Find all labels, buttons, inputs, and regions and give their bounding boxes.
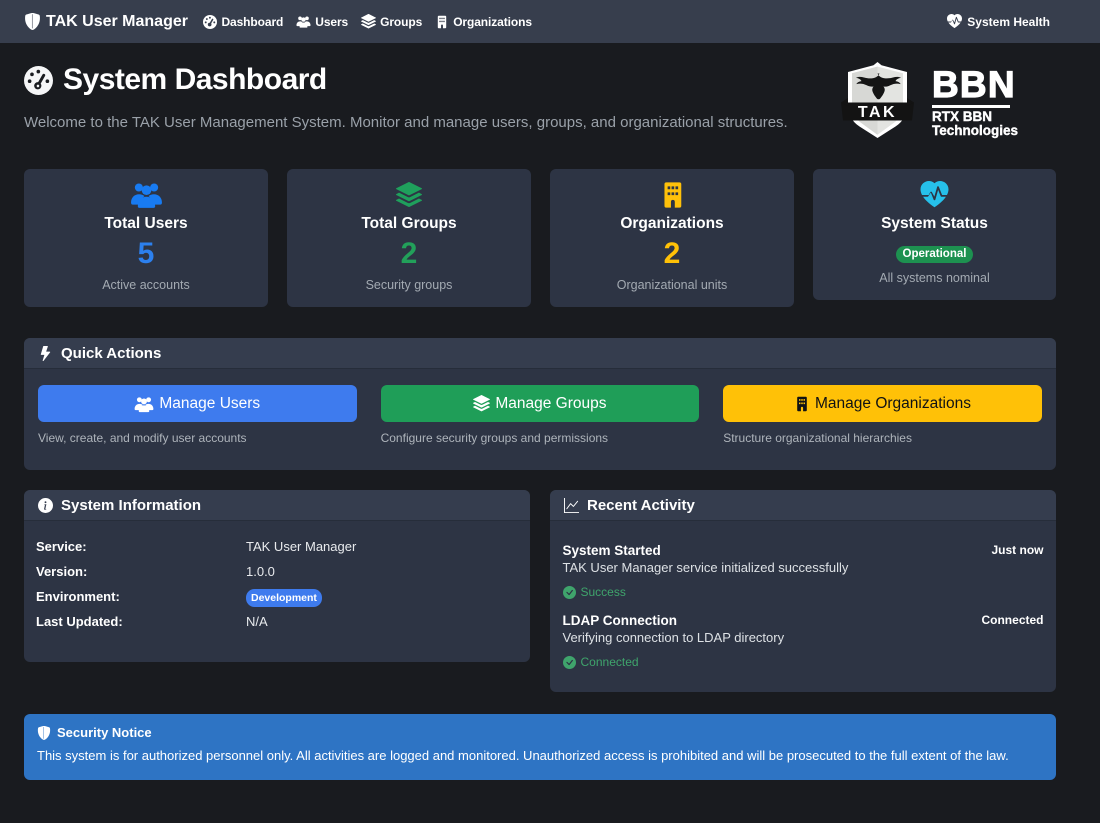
svg-text:TAK: TAK [858,104,897,121]
